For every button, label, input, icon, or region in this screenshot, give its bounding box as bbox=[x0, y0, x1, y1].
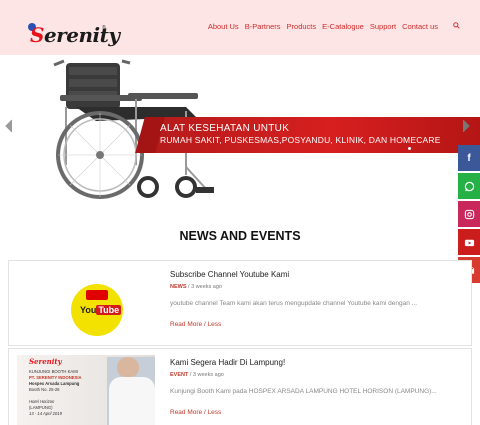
event-flyer: Serenity KUNJUNGI BOOTH KAMI PT. SERENIT… bbox=[17, 355, 155, 425]
banner-heading: ALAT KESEHATAN UNTUK bbox=[160, 123, 290, 134]
main-nav: About Us B-Partners Products E-Catalogue… bbox=[208, 22, 460, 31]
doctor-head bbox=[117, 357, 139, 377]
flyer-text: 13 - 14 April 2019 bbox=[29, 411, 62, 416]
search-icon[interactable] bbox=[453, 22, 460, 31]
whatsapp-icon[interactable] bbox=[458, 173, 480, 199]
news-thumbnail[interactable]: Serenity KUNJUNGI BOOTH KAMI PT. SERENIT… bbox=[17, 355, 155, 425]
doctor-image bbox=[109, 377, 155, 425]
nav-item-e-catalogue[interactable]: E-Catalogue bbox=[322, 22, 364, 31]
flyer-text: Booth No. 25-26 bbox=[29, 387, 60, 392]
flyer-text: (LAMPUNG) bbox=[29, 405, 53, 410]
instagram-icon[interactable] bbox=[458, 201, 480, 227]
nav-item-b-partners[interactable]: B-Partners bbox=[245, 22, 281, 31]
slider-next-icon[interactable] bbox=[462, 119, 471, 136]
slider-dots bbox=[408, 147, 411, 150]
nav-item-support[interactable]: Support bbox=[370, 22, 396, 31]
registered-icon: ® bbox=[102, 25, 106, 31]
youtube-thumbnail: You Tube bbox=[57, 269, 147, 341]
youtube-logo: You Tube bbox=[80, 305, 122, 315]
banner-subheading: RUMAH SAKIT, PUSKESMAS,POSYANDU, KLINIK,… bbox=[160, 135, 441, 145]
news-time: / 3 weeks ago bbox=[188, 372, 224, 378]
news-title[interactable]: Kami Segera Hadir Di Lampung! bbox=[170, 358, 285, 367]
logo[interactable]: Serenity ® bbox=[14, 10, 120, 47]
news-card: You Tube Subscribe Channel Youtube Kami N… bbox=[8, 260, 472, 346]
header: Serenity ® About Us B-Partners Products … bbox=[0, 0, 480, 55]
nav-item-products[interactable]: Products bbox=[287, 22, 317, 31]
news-meta: NEWS / 3 weeks ago bbox=[170, 284, 222, 290]
nav-item-contact-us[interactable]: Contact us bbox=[402, 22, 438, 31]
nav-item-about-us[interactable]: About Us bbox=[208, 22, 239, 31]
flyer-logo: Serenity bbox=[29, 357, 62, 366]
news-time: / 3 weeks ago bbox=[186, 284, 222, 290]
flyer-text: KUNJUNGI BOOTH KAMI bbox=[29, 369, 78, 374]
news-category[interactable]: NEWS bbox=[170, 284, 187, 290]
logo-text: Serenity bbox=[30, 23, 120, 47]
read-more-link[interactable]: Read More / Less bbox=[170, 321, 221, 328]
facebook-icon[interactable]: f bbox=[458, 145, 480, 171]
news-excerpt: Kunjungi Booth Kami pada HOSPEX ARSADA L… bbox=[170, 388, 437, 395]
flyer-text: Hospex Arsada Lampung bbox=[29, 381, 80, 386]
flyer-text: PT. SERENITY INDONESIA bbox=[29, 375, 82, 380]
slider-dot[interactable] bbox=[408, 147, 411, 150]
subscribe-badge-icon bbox=[86, 290, 108, 300]
news-title[interactable]: Subscribe Channel Youtube Kami bbox=[170, 270, 289, 279]
news-thumbnail[interactable]: You Tube bbox=[17, 267, 155, 341]
news-meta: EVENT / 3 weeks ago bbox=[170, 372, 224, 378]
read-more-link[interactable]: Read More / Less bbox=[170, 409, 221, 416]
news-category[interactable]: EVENT bbox=[170, 372, 188, 378]
news-excerpt: youtube channel Team kami akan terus men… bbox=[170, 300, 418, 307]
hero-slider: ALAT KESEHATAN UNTUK RUMAH SAKIT, PUSKES… bbox=[0, 55, 480, 207]
news-card: Serenity KUNJUNGI BOOTH KAMI PT. SERENIT… bbox=[8, 348, 472, 425]
section-title-news: NEWS AND EVENTS bbox=[179, 229, 301, 243]
flyer-text: Hotel Horizon bbox=[29, 399, 55, 404]
slider-prev-icon[interactable] bbox=[4, 119, 13, 136]
